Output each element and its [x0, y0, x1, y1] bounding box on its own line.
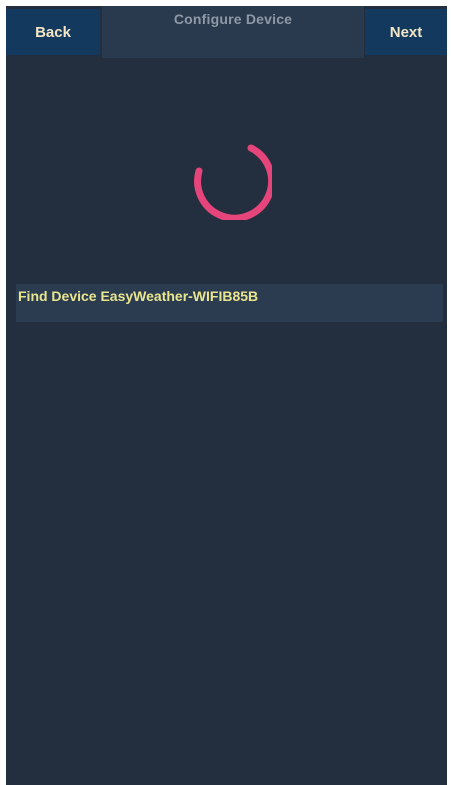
- status-text: Find Device EasyWeather-WIFIB85B: [18, 288, 259, 304]
- screen: Back Configure Device Next Find Device E…: [6, 6, 447, 785]
- status-bar: Find Device EasyWeather-WIFIB85B: [16, 284, 443, 322]
- back-button[interactable]: Back: [6, 9, 100, 55]
- top-bar: Back Configure Device Next: [6, 6, 447, 58]
- page-title: Configure Device: [173, 11, 293, 27]
- next-button[interactable]: Next: [365, 9, 447, 55]
- loading-spinner-icon: [194, 144, 272, 220]
- title-panel: Configure Device: [102, 6, 364, 58]
